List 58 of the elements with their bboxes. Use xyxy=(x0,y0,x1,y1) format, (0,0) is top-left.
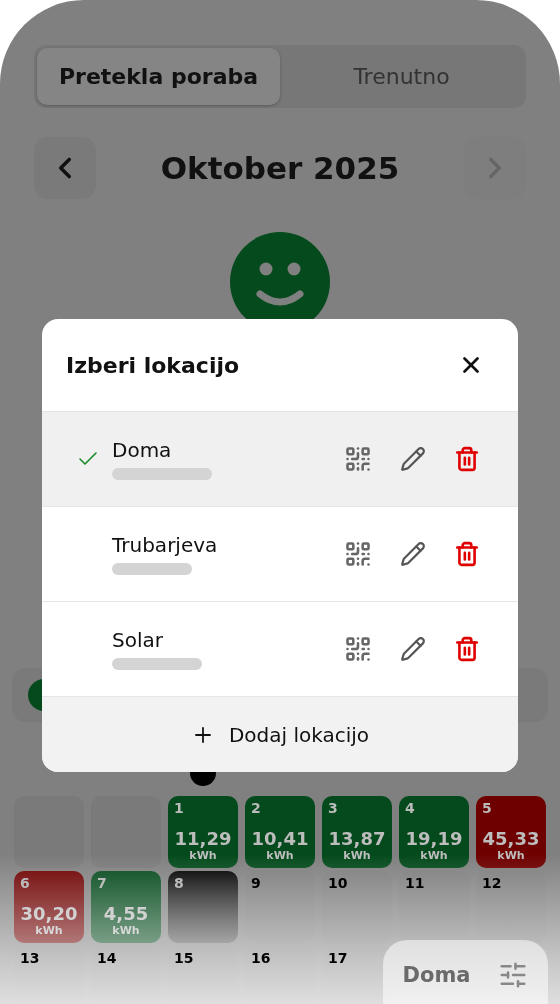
delete-button[interactable] xyxy=(454,541,480,567)
day-cell[interactable]: 8 xyxy=(168,871,238,943)
energy-unit: kWh xyxy=(420,849,448,862)
day-number: 5 xyxy=(482,800,492,816)
energy-unit: kWh xyxy=(343,849,371,862)
qr-code-button[interactable] xyxy=(344,540,372,568)
day-number: 16 xyxy=(251,950,271,966)
location-name: Solar xyxy=(112,628,164,652)
day-number: 10 xyxy=(328,875,348,891)
energy-value: 13,87 xyxy=(328,828,386,849)
edit-button[interactable] xyxy=(400,541,426,567)
day-cell[interactable]: 1 11,29 kWh xyxy=(168,796,238,868)
energy-unit: kWh xyxy=(266,849,294,862)
edit-button[interactable] xyxy=(400,636,426,662)
energy-value: 10,41 xyxy=(251,828,309,849)
energy-value: 19,19 xyxy=(405,828,463,849)
qr-code-button[interactable] xyxy=(344,635,372,663)
day-number: 4 xyxy=(405,800,415,816)
day-number: 14 xyxy=(97,950,117,966)
day-cell[interactable]: 3 13,87 kWh xyxy=(322,796,392,868)
day-number: 1 xyxy=(174,800,184,816)
month-title: Oktober 2025 xyxy=(160,150,400,186)
day-cell[interactable]: 7 4,55 kWh xyxy=(91,871,161,943)
energy-value: 4,55 xyxy=(103,903,149,924)
day-number: 7 xyxy=(97,875,107,891)
delete-button[interactable] xyxy=(454,636,480,662)
energy-value: 45,33 xyxy=(482,828,540,849)
delete-button[interactable] xyxy=(454,446,480,472)
day-number: 3 xyxy=(328,800,338,816)
location-name: Trubarjeva xyxy=(112,533,219,557)
day-number: 13 xyxy=(20,950,40,966)
location-pill[interactable]: Doma xyxy=(383,940,548,1004)
day-number: 8 xyxy=(174,875,184,891)
day-number: 6 xyxy=(20,875,30,891)
dialog-title: Izberi lokacijo xyxy=(66,352,240,378)
energy-unit: kWh xyxy=(189,849,217,862)
day-cell[interactable]: 5 45,33 kWh xyxy=(476,796,546,868)
energy-value: 30,20 xyxy=(20,903,78,924)
segment-tab[interactable]: Pretekla poraba xyxy=(37,48,280,105)
energy-unit: kWh xyxy=(112,924,140,937)
day-number: 11 xyxy=(405,875,425,891)
day-number: 9 xyxy=(251,875,261,891)
energy-unit: kWh xyxy=(35,924,63,937)
day-number: 17 xyxy=(328,950,348,966)
edit-button[interactable] xyxy=(400,446,426,472)
day-cell[interactable]: 2 10,41 kWh xyxy=(245,796,315,868)
add-location-button[interactable]: Dodaj lokacijo xyxy=(42,697,518,772)
day-number: 2 xyxy=(251,800,261,816)
location-name: Doma xyxy=(112,438,173,462)
day-number: 12 xyxy=(482,875,502,891)
location-row[interactable]: Doma xyxy=(42,412,518,507)
day-number: 15 xyxy=(174,950,194,966)
previous-month-button[interactable] xyxy=(34,137,96,199)
day-cell[interactable]: 6 30,20 kWh xyxy=(14,871,84,943)
energy-value: 11,29 xyxy=(174,828,232,849)
day-cell[interactable]: 4 19,19 kWh xyxy=(399,796,469,868)
energy-unit: kWh xyxy=(497,849,525,862)
qr-code-button[interactable] xyxy=(344,445,372,473)
